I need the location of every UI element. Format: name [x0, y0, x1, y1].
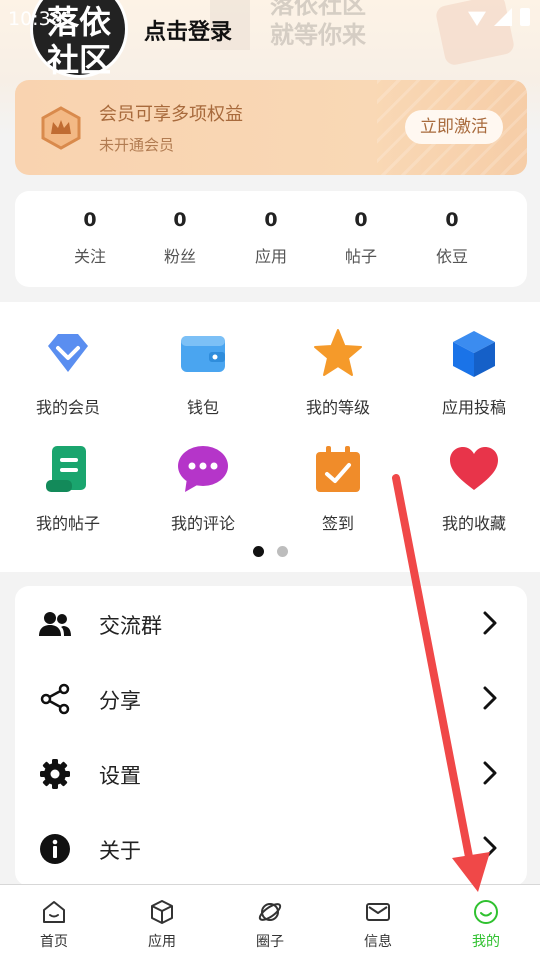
menu-label: 分享	[99, 689, 141, 713]
stat-value: 0	[445, 209, 459, 231]
grid-label: 我的评论	[170, 514, 235, 533]
grid-label: 我的帖子	[35, 514, 100, 533]
stat-value: 0	[173, 209, 187, 231]
status-bar: 10:38	[0, 0, 540, 36]
status-time: 10:38	[8, 8, 63, 30]
stat-label: 粉丝	[163, 247, 196, 266]
grid-label: 钱包	[186, 398, 219, 417]
menu-item-settings[interactable]: 设置	[15, 736, 527, 811]
cellular-signal-icon	[494, 8, 512, 26]
scroll-icon	[46, 446, 86, 492]
stat-following[interactable]: 0 关注	[45, 209, 135, 267]
grid-item-submit-app[interactable]: 应用投稿	[414, 328, 534, 418]
grid-label: 我的收藏	[441, 514, 506, 533]
stat-label: 应用	[254, 247, 287, 266]
nav-label: 我的	[472, 934, 500, 950]
chevron-right-icon	[483, 686, 497, 710]
calendar-check-icon	[316, 446, 360, 492]
bottom-navigation: 首页 应用 圈子 信息 我的	[0, 884, 540, 960]
mail-icon	[366, 903, 390, 921]
grid-label: 应用投稿	[441, 398, 506, 417]
stat-label: 依豆	[435, 247, 468, 266]
menu-label: 关于	[99, 839, 141, 863]
info-icon	[40, 834, 70, 864]
pager-dot-active[interactable]	[253, 546, 264, 557]
gear-icon	[40, 759, 70, 789]
stat-value: 0	[83, 209, 97, 231]
grid-item-my-comments[interactable]: 我的评论	[143, 444, 263, 534]
avatar-text-line2: 社区	[46, 41, 111, 79]
comment-icon	[178, 446, 228, 492]
home-icon	[43, 901, 65, 923]
grid-item-favorites[interactable]: 我的收藏	[414, 444, 534, 534]
grid-item-check-in[interactable]: 签到	[278, 444, 398, 534]
grid-label: 签到	[321, 514, 354, 533]
member-status: 未开通会员	[99, 136, 175, 154]
wifi-icon	[468, 11, 486, 26]
menu-item-share[interactable]: 分享	[15, 661, 527, 736]
menu-label: 交流群	[99, 614, 162, 638]
stats-card: 0 关注 0 粉丝 0 应用 0 帖子 0 依豆	[15, 191, 527, 287]
nav-tab-mine[interactable]: 我的	[432, 899, 540, 951]
feature-grid: 我的会员 钱包 我的等级 应用投稿 我的帖子 我的评论 签到 我的收藏	[0, 302, 540, 572]
stat-apps[interactable]: 0 应用	[226, 209, 316, 267]
login-link[interactable]: 点击登录	[144, 14, 232, 46]
grid-item-my-posts[interactable]: 我的帖子	[8, 444, 128, 534]
diamond-icon	[48, 334, 88, 372]
stat-followers[interactable]: 0 粉丝	[135, 209, 225, 267]
chevron-right-icon	[483, 611, 497, 635]
grid-item-membership[interactable]: 我的会员	[8, 328, 128, 418]
stat-beans[interactable]: 0 依豆	[407, 209, 497, 267]
planet-icon	[258, 903, 282, 921]
stat-label: 关注	[73, 247, 106, 266]
stat-label: 帖子	[344, 247, 377, 266]
wallet-icon	[181, 336, 225, 372]
status-icons	[468, 8, 530, 26]
grid-label: 我的会员	[35, 398, 100, 417]
menu-label: 设置	[99, 764, 141, 788]
stat-posts[interactable]: 0 帖子	[316, 209, 406, 267]
nav-tab-apps[interactable]: 应用	[108, 899, 216, 951]
nav-label: 应用	[148, 934, 176, 950]
battery-icon	[520, 8, 530, 26]
menu-item-group-chat[interactable]: 交流群	[15, 586, 527, 661]
menu-item-about[interactable]: 关于	[15, 811, 527, 886]
stat-value: 0	[264, 209, 278, 231]
member-card[interactable]: 会员可享多项权益 未开通会员 立即激活	[15, 80, 527, 175]
crown-badge-icon	[41, 106, 81, 150]
nav-label: 圈子	[256, 934, 284, 950]
share-icon	[40, 683, 70, 715]
member-title: 会员可享多项权益	[99, 104, 243, 125]
nav-tab-circles[interactable]: 圈子	[216, 899, 324, 951]
cube-icon	[453, 331, 495, 377]
heart-icon	[450, 447, 498, 490]
grid-item-level[interactable]: 我的等级	[278, 328, 398, 418]
activate-button[interactable]: 立即激活	[405, 110, 503, 144]
chevron-right-icon	[483, 836, 497, 860]
nav-label: 首页	[40, 934, 68, 950]
nav-tab-home[interactable]: 首页	[0, 899, 108, 951]
smile-icon	[474, 900, 498, 924]
grid-item-wallet[interactable]: 钱包	[143, 328, 263, 418]
pager-dot[interactable]	[277, 546, 288, 557]
group-icon	[39, 612, 71, 636]
grid-label: 我的等级	[305, 398, 370, 417]
nav-tab-messages[interactable]: 信息	[324, 899, 432, 951]
box-icon	[151, 900, 173, 924]
star-icon	[314, 329, 362, 376]
nav-label: 信息	[364, 934, 392, 950]
chevron-right-icon	[483, 761, 497, 785]
stat-value: 0	[354, 209, 368, 231]
menu-list: 交流群 分享 设置 关于	[15, 586, 527, 886]
